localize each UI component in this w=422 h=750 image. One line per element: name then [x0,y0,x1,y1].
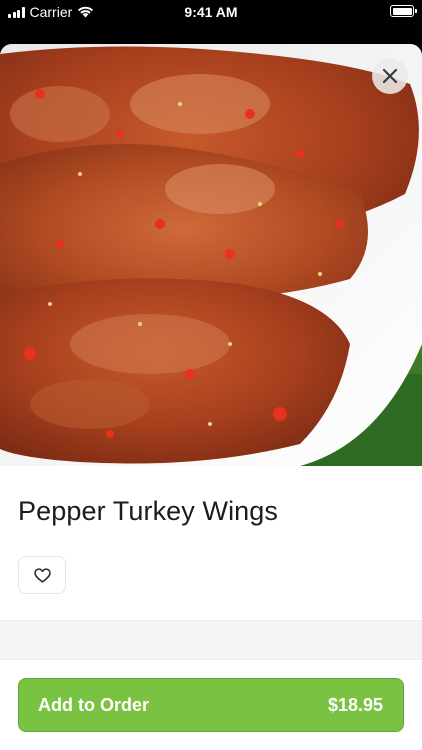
favorite-button[interactable] [18,556,66,594]
close-button[interactable] [372,58,408,94]
add-to-order-button[interactable]: Add to Order $18.95 [18,678,404,732]
status-time: 9:41 AM [184,4,238,20]
status-right [390,5,417,17]
price-label: $18.95 [327,694,383,715]
battery-icon [390,5,417,17]
item-detail-sheet: Pepper Turkey Wings Add to Order $18.95 [0,44,422,750]
status-bar: Carrier 9:41 AM [0,0,422,24]
close-icon [382,68,398,84]
heart-icon [33,567,51,583]
add-to-order-label: Add to Order [38,694,149,715]
item-title: Pepper Turkey Wings [18,496,279,526]
section-divider [0,620,422,660]
item-photo [0,44,422,466]
